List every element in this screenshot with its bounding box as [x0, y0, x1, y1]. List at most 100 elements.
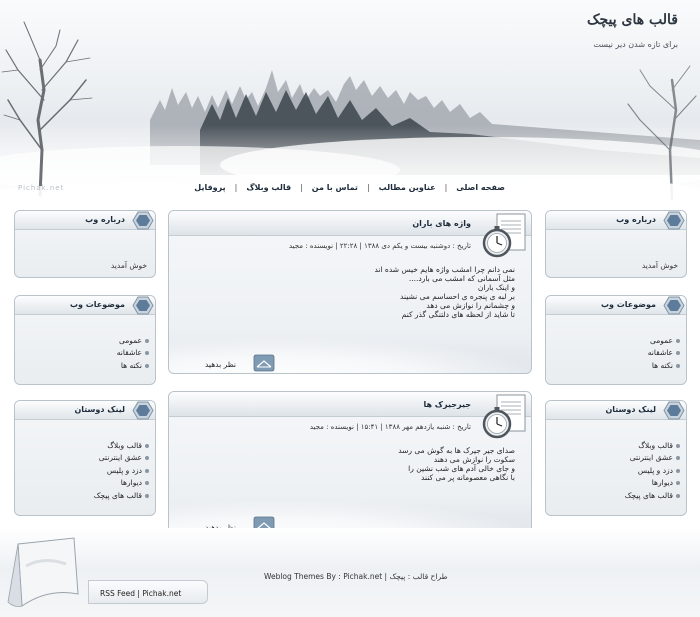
list-item[interactable]: دزد و پلیس [15, 465, 149, 477]
bullet-icon [676, 363, 680, 368]
box-body: قالب وبلاگ عشق اینترنتی دزد و پلیس دیوار… [546, 440, 686, 502]
list-item[interactable]: قالب وبلاگ [15, 440, 149, 452]
envelope-icon[interactable] [253, 354, 275, 372]
box-body: قالب وبلاگ عشق اینترنتی دزد و پلیس دیوار… [15, 440, 155, 502]
list-item[interactable]: عشق اینترنتی [546, 452, 680, 464]
bullet-icon [145, 468, 149, 473]
post-title[interactable]: جیرجیرک ها [423, 400, 471, 409]
right-links-box: لینک دوستان قالب وبلاگ عشق اینترنتی دزد … [545, 400, 687, 516]
box-title: موضوعات وب [69, 300, 125, 309]
nav-post-titles[interactable]: عناوین مطالب [379, 183, 436, 192]
nav-separator: | [444, 182, 448, 192]
box-title: موضوعات وب [600, 300, 656, 309]
bullet-icon [676, 481, 680, 486]
paper-sheet-icon [7, 537, 79, 607]
topic-link[interactable]: عمومی [119, 336, 142, 345]
box-header: لینک دوستان [546, 401, 686, 420]
watermark: Pichak.net [18, 184, 65, 192]
main-nav: صفحه اصلی | عناوین مطالب | تماس با من | … [194, 180, 505, 194]
topic-link[interactable]: عاشقانه [648, 348, 673, 357]
list-item[interactable]: عاشقانه [546, 347, 680, 359]
list-item[interactable]: عمومی [546, 335, 680, 347]
hexagon-icon [663, 211, 685, 230]
list-item[interactable]: قالب وبلاگ [546, 440, 680, 452]
friend-link[interactable]: قالب وبلاگ [107, 441, 142, 450]
post-line: مثل آسمانی که امشب می بارد.... [408, 274, 515, 283]
hexagon-icon [132, 401, 154, 420]
site-description: برای تازه شدن دیر نیست [593, 40, 678, 49]
nav-contact[interactable]: تماس با من [312, 183, 358, 192]
bullet-icon [676, 456, 680, 461]
friend-link[interactable]: قالب های پیچک [625, 491, 673, 500]
topic-link[interactable]: نکته ها [121, 361, 142, 370]
bullet-icon [145, 481, 149, 486]
bullet-icon [145, 456, 149, 461]
document-stopwatch-icon [482, 213, 526, 258]
post-line: با نگاهی معصومانه پر می کنند [421, 473, 515, 482]
post-content: نمی دانم چرا امشب واژه هایم خیس شده اند … [195, 265, 515, 319]
footer-credit[interactable]: Weblog Themes By : Pichak.net | طراح قال… [264, 572, 448, 581]
about-text: خوش آمدید [110, 261, 147, 270]
list-item[interactable]: دیوارها [546, 477, 680, 489]
right-about-box: درباره وب خوش آمدید [545, 210, 687, 278]
list-item[interactable]: نکته ها [15, 360, 149, 372]
site-link[interactable]: Pichak.net [142, 589, 181, 598]
list-item[interactable]: دزد و پلیس [546, 465, 680, 477]
post: واژه های باران تاریخ : دوشنبه بیست و یکم… [168, 210, 532, 374]
bullet-icon [676, 493, 680, 498]
nav-separator: | [366, 182, 370, 192]
hexagon-icon [663, 401, 685, 420]
box-header: موضوعات وب [546, 296, 686, 315]
bullet-icon [145, 363, 149, 368]
box-title: لینک دوستان [74, 405, 125, 414]
friend-link[interactable]: دیوارها [121, 478, 142, 487]
box-title: لینک دوستان [605, 405, 656, 414]
post: جیرجیرک ها تاریخ : شنبه یازدهم مهر ۱۳۸۸ … [168, 391, 532, 536]
post-meta: تاریخ : شنبه یازدهم مهر ۱۳۸۸ | ۱۵:۴۱ | ن… [309, 423, 471, 431]
box-header: موضوعات وب [15, 296, 155, 315]
list-item[interactable]: دیوارها [15, 477, 149, 489]
left-topics-box: موضوعات وب عمومی عاشقانه نکته ها [14, 295, 156, 385]
topic-link[interactable]: نکته ها [652, 361, 673, 370]
friend-link[interactable]: قالب های پیچک [94, 491, 142, 500]
left-about-box: درباره وب خوش آمدید [14, 210, 156, 278]
hexagon-icon [132, 296, 154, 315]
topic-link[interactable]: عمومی [650, 336, 673, 345]
post-line: بر لبه ی پنجره ی احساسم می نشیند [400, 292, 515, 301]
post-title[interactable]: واژه های باران [412, 219, 471, 228]
friend-link[interactable]: دزد و پلیس [107, 466, 142, 475]
list-item[interactable]: قالب های پیچک [15, 490, 149, 502]
friend-link[interactable]: دیوارها [652, 478, 673, 487]
about-text: خوش آمدید [641, 261, 678, 270]
friend-link[interactable]: قالب وبلاگ [638, 441, 673, 450]
winter-landscape-image [0, 21, 700, 200]
box-title: درباره وب [616, 215, 656, 224]
nav-profile[interactable]: پروفایل [194, 183, 225, 192]
post-line: نمی دانم چرا امشب واژه هایم خیس شده اند [374, 265, 515, 274]
bullet-icon [145, 351, 149, 356]
topic-link[interactable]: عاشقانه [117, 348, 142, 357]
list-item[interactable]: نکته ها [546, 360, 680, 372]
rss-feed-link[interactable]: RSS Feed [100, 589, 135, 598]
post-line: و اینک باران [477, 283, 515, 292]
box-title: درباره وب [85, 215, 125, 224]
post-line: و چشمانم را نوازش می دهد [426, 301, 515, 310]
list-item[interactable]: عاشقانه [15, 347, 149, 359]
list-item[interactable]: قالب های پیچک [546, 490, 680, 502]
nav-weblog-template[interactable]: قالب وبلاگ [246, 183, 291, 192]
post-meta: تاریخ : دوشنبه بیست و یکم دی ۱۳۸۸ | ۲۲:۲… [289, 242, 471, 250]
right-topics-box: موضوعات وب عمومی عاشقانه نکته ها [545, 295, 687, 385]
friend-link[interactable]: عشق اینترنتی [630, 453, 673, 462]
list-item[interactable]: عمومی [15, 335, 149, 347]
document-stopwatch-icon [482, 394, 526, 439]
friend-link[interactable]: عشق اینترنتی [99, 453, 142, 462]
footer-separator: | [137, 589, 140, 598]
box-body: عمومی عاشقانه نکته ها [15, 335, 155, 372]
bullet-icon [676, 339, 680, 343]
site-title[interactable]: قالب های پیچک [587, 12, 678, 28]
list-item[interactable]: عشق اینترنتی [15, 452, 149, 464]
comment-link[interactable]: نظر بدهید [205, 360, 236, 369]
nav-home[interactable]: صفحه اصلی [456, 183, 505, 192]
bullet-icon [676, 351, 680, 356]
friend-link[interactable]: دزد و پلیس [638, 466, 673, 475]
